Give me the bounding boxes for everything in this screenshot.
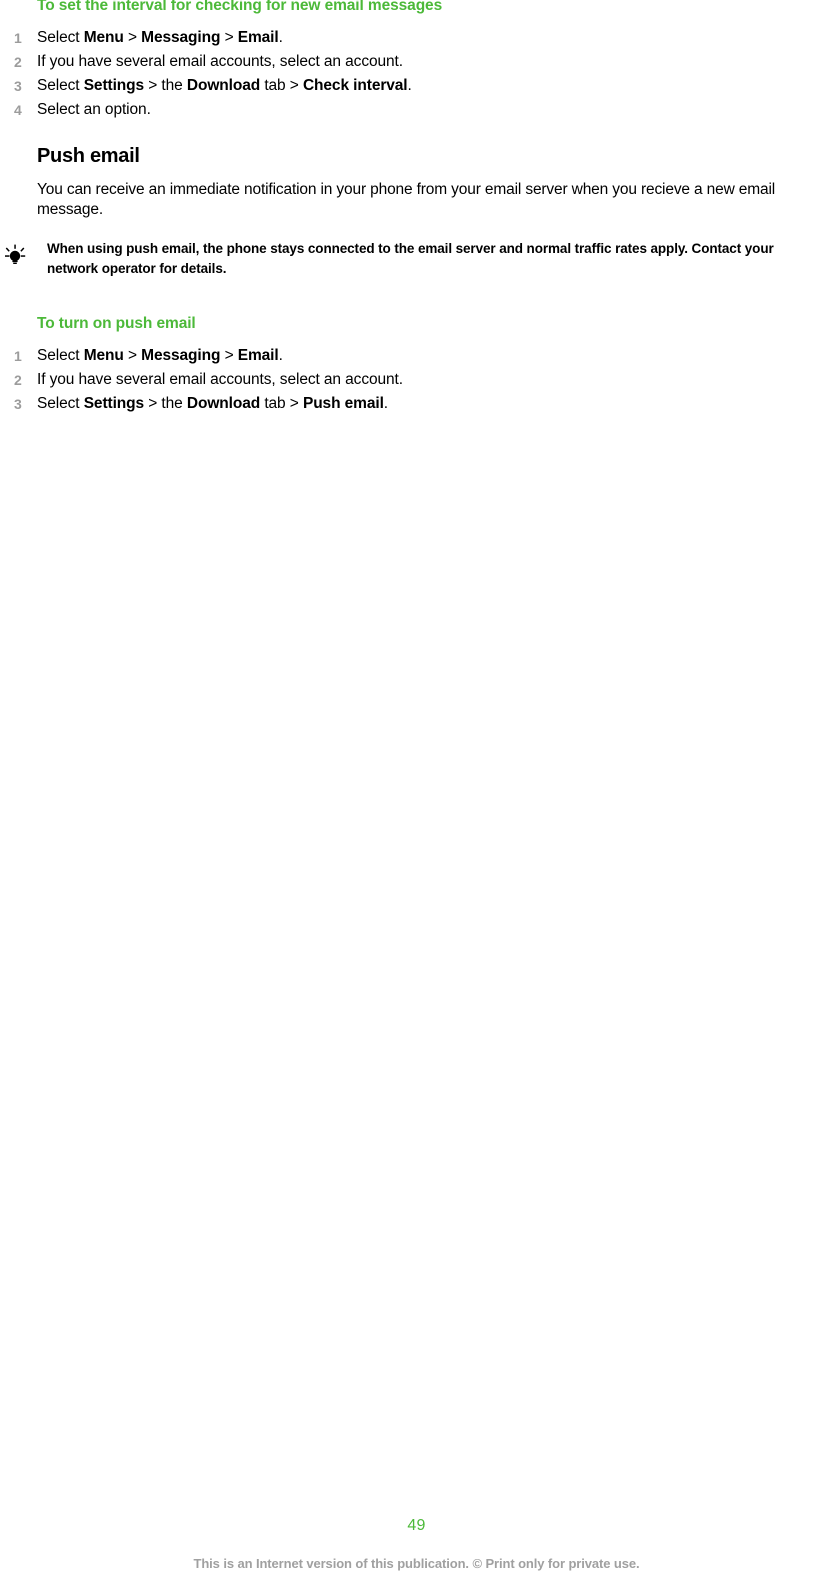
procedure-steps-check-interval: 1 Select Menu > Messaging > Email. 2 If you… <box>0 26 833 122</box>
procedure-heading-check-interval: To set the interval for checking for new… <box>37 0 443 14</box>
section-paragraph-push-email: You can receive an immediate notificatio… <box>37 181 776 218</box>
lightbulb-icon <box>2 243 28 269</box>
step-number: 1 <box>14 30 22 46</box>
procedure-step: 2 If you have several email accounts, sel… <box>0 368 833 392</box>
step-text: Select Settings > the Download tab > Che… <box>37 77 412 94</box>
footer-copyright-note: This is an Internet version of this publ… <box>193 1556 640 1571</box>
step-text: Select Menu > Messaging > Email. <box>37 347 283 364</box>
page-number: 49 <box>407 1517 426 1534</box>
step-number: 3 <box>14 78 22 94</box>
procedure-step: 1 Select Menu > Messaging > Email. <box>0 344 833 368</box>
procedure-step: 2 If you have several email accounts, sel… <box>0 50 833 74</box>
procedure-step: 3 Select Settings > the Download tab > Ch… <box>0 74 833 98</box>
procedure-step: 4 Select an option. <box>0 98 833 122</box>
tip-block: When using push email, the phone stays c… <box>0 239 833 279</box>
step-number: 2 <box>14 372 22 388</box>
step-number: 3 <box>14 396 22 412</box>
tip-text: When using push email, the phone stays c… <box>47 241 774 276</box>
step-text: Select an option. <box>37 101 151 118</box>
step-text: If you have several email accounts, sele… <box>37 371 403 388</box>
step-number: 1 <box>14 348 22 364</box>
step-text: Select Settings > the Download tab > Pus… <box>37 395 389 412</box>
document-page: To set the interval for checking for new… <box>0 0 833 1590</box>
procedure-heading-turn-on-push-email: To turn on push email <box>37 315 196 332</box>
procedure-step: 3 Select Settings > the Download tab > Pu… <box>0 392 833 416</box>
step-text: If you have several email accounts, sele… <box>37 53 403 70</box>
step-number: 4 <box>14 102 22 118</box>
procedure-step: 1 Select Menu > Messaging > Email. <box>0 26 833 50</box>
step-text: Select Menu > Messaging > Email. <box>37 29 283 46</box>
step-number: 2 <box>14 54 22 70</box>
procedure-steps-turn-on-push-email: 1 Select Menu > Messaging > Email. 2 If you… <box>0 344 833 416</box>
section-heading-push-email: Push email <box>37 145 140 167</box>
